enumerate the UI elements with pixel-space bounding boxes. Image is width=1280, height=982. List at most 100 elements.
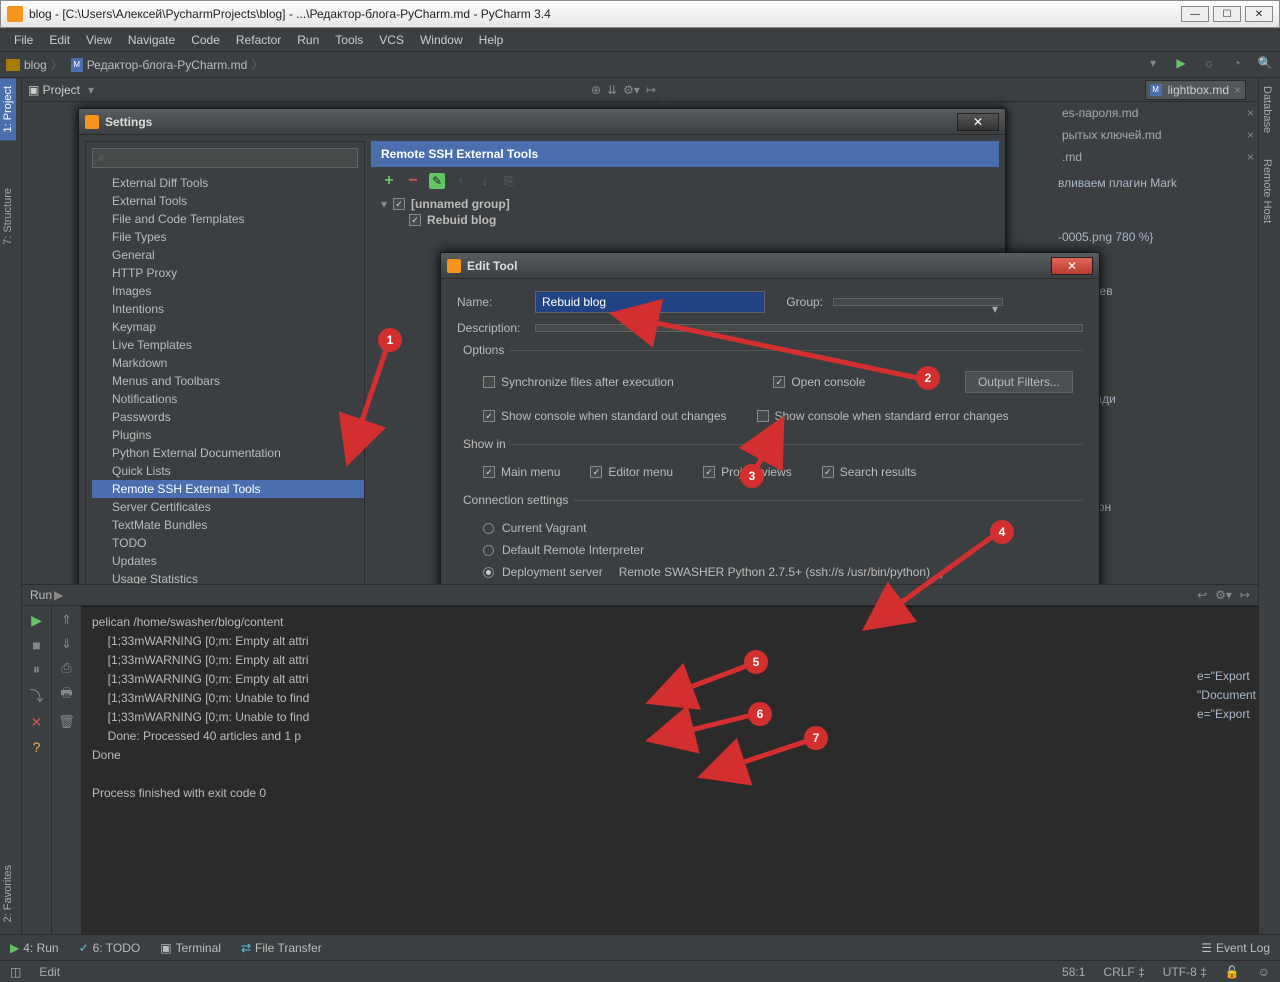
help-icon[interactable]: ? xyxy=(33,739,41,755)
settings-item[interactable]: External Tools xyxy=(92,192,364,210)
export-icon[interactable]: ⎙ xyxy=(61,660,71,676)
settings-item[interactable]: Plugins xyxy=(92,426,364,444)
todo-tab[interactable]: ✓6: TODO xyxy=(79,941,141,955)
print-icon[interactable]: 🖶 xyxy=(60,684,72,706)
settings-item[interactable]: Live Templates xyxy=(92,336,364,354)
expand-icon[interactable]: ▾ xyxy=(381,197,387,211)
menu-help[interactable]: Help xyxy=(473,31,510,49)
remote-interp-radio[interactable] xyxy=(483,545,494,556)
hide-tool-icon[interactable]: ↦ xyxy=(1240,588,1250,602)
settings-item[interactable]: Images xyxy=(92,282,364,300)
tool-windows-icon[interactable]: ◫ xyxy=(10,965,21,979)
menu-view[interactable]: View xyxy=(80,31,118,49)
remove-tool-button[interactable]: − xyxy=(405,173,421,189)
settings-item[interactable]: Intentions xyxy=(92,300,364,318)
settings-search-input[interactable] xyxy=(92,148,358,168)
dump-button[interactable]: ⤵ xyxy=(30,686,44,706)
move-up-button[interactable]: ↑ xyxy=(453,173,469,189)
vagrant-radio[interactable] xyxy=(483,523,494,534)
tab-project[interactable]: 1: Project xyxy=(0,78,16,140)
bg-file-row[interactable]: .md× xyxy=(1058,146,1258,168)
status-lock-icon[interactable]: 🔓 xyxy=(1225,965,1240,979)
show-err-checkbox[interactable] xyxy=(757,410,769,422)
move-down-button[interactable]: ↓ xyxy=(477,173,493,189)
settings-item[interactable]: Keymap xyxy=(92,318,364,336)
menu-tools[interactable]: Tools xyxy=(329,31,369,49)
run-tab[interactable]: ▶4: Run xyxy=(10,941,59,955)
maximize-button[interactable]: ☐ xyxy=(1213,6,1241,22)
editor-menu-checkbox[interactable] xyxy=(590,466,602,478)
menu-refactor[interactable]: Refactor xyxy=(230,31,287,49)
coverage-button[interactable]: ◔ xyxy=(1228,56,1246,74)
settings-item[interactable]: HTTP Proxy xyxy=(92,264,364,282)
open-console-checkbox[interactable] xyxy=(773,376,785,388)
menu-vcs[interactable]: VCS xyxy=(373,31,410,49)
show-out-checkbox[interactable] xyxy=(483,410,495,422)
view-mode-dropdown[interactable]: ▾ xyxy=(88,83,94,97)
edit-tool-button[interactable]: ✎ xyxy=(429,173,445,189)
status-encoding[interactable]: UTF-8 ‡ xyxy=(1163,965,1207,979)
stop-button[interactable]: ■ xyxy=(32,637,40,653)
sync-checkbox[interactable] xyxy=(483,376,495,388)
debug-button[interactable]: ☼ xyxy=(1200,56,1218,74)
project-views-checkbox[interactable] xyxy=(703,466,715,478)
settings-item[interactable]: File Types xyxy=(92,228,364,246)
terminal-tab[interactable]: ▣Terminal xyxy=(160,941,221,955)
settings-item[interactable]: Markdown xyxy=(92,354,364,372)
down-stack-icon[interactable]: ⇓ xyxy=(61,636,72,652)
hide-tool-icon[interactable]: ↦ xyxy=(646,83,656,97)
settings-gear-icon[interactable]: ⚙▾ xyxy=(623,83,640,97)
main-menu-checkbox[interactable] xyxy=(483,466,495,478)
edit-tool-titlebar[interactable]: Edit Tool ✕ xyxy=(441,253,1099,279)
eventlog-tab[interactable]: ☰Event Log xyxy=(1201,941,1270,955)
group-combo[interactable] xyxy=(833,298,1003,306)
breadcrumb-file[interactable]: Редактор-блога-PyCharm.md xyxy=(87,58,248,72)
tool-group[interactable]: ▾ [unnamed group] xyxy=(381,195,989,213)
settings-close-button[interactable]: ✕ xyxy=(957,113,999,131)
edit-tool-close-button[interactable]: ✕ xyxy=(1051,257,1093,275)
settings-item[interactable]: Passwords xyxy=(92,408,364,426)
pause-button[interactable]: ⏸ xyxy=(33,661,40,678)
soft-wrap-icon[interactable]: ↩ xyxy=(1197,588,1207,602)
status-inspections-icon[interactable]: ☺ xyxy=(1258,965,1270,979)
tool-item[interactable]: Rebuid blog xyxy=(381,213,989,227)
menu-file[interactable]: File xyxy=(8,31,39,49)
delete-icon[interactable]: 🗑 xyxy=(58,714,75,730)
menu-edit[interactable]: Edit xyxy=(43,31,76,49)
search-results-checkbox[interactable] xyxy=(822,466,834,478)
copy-tool-button[interactable]: ⎘ xyxy=(501,173,517,189)
name-input[interactable]: Rebuid blog xyxy=(535,291,765,313)
settings-item[interactable]: General xyxy=(92,246,364,264)
menu-navigate[interactable]: Navigate xyxy=(122,31,181,49)
settings-item[interactable]: External Diff Tools xyxy=(92,174,364,192)
scroll-from-source-icon[interactable]: ⊕ xyxy=(591,83,601,97)
tab-structure[interactable]: 7: Structure xyxy=(0,180,16,253)
add-tool-button[interactable]: + xyxy=(381,173,397,189)
description-input[interactable] xyxy=(535,324,1083,332)
settings-item[interactable]: Menus and Toolbars xyxy=(92,372,364,390)
run-console[interactable]: pelican /home/swasher/blog/content [1;33… xyxy=(82,606,1258,934)
settings-item[interactable]: Python External Documentation xyxy=(92,444,364,462)
project-tool-label[interactable]: ▣ Project xyxy=(28,83,80,97)
tab-remote-host[interactable]: Remote Host xyxy=(1259,151,1275,231)
minimize-button[interactable]: — xyxy=(1181,6,1209,22)
run-button[interactable]: ▶ xyxy=(1172,56,1190,74)
bg-file-row[interactable]: рытых ключей.md× xyxy=(1058,124,1258,146)
settings-item[interactable]: Notifications xyxy=(92,390,364,408)
tab-favorites[interactable]: 2: Favorites xyxy=(0,857,16,930)
up-stack-icon[interactable]: ⇑ xyxy=(61,612,72,628)
tab-database[interactable]: Database xyxy=(1259,78,1275,141)
menu-code[interactable]: Code xyxy=(185,31,226,49)
gear-icon[interactable]: ⚙▾ xyxy=(1215,588,1232,602)
deploy-server-combo[interactable]: Remote SWASHER Python 2.7.5+ (ssh://s /u… xyxy=(619,565,948,579)
rerun-button[interactable]: ▶ xyxy=(31,612,42,629)
settings-titlebar[interactable]: Settings ✕ xyxy=(79,109,1005,135)
menu-run[interactable]: Run xyxy=(291,31,325,49)
status-line-sep[interactable]: CRLF ‡ xyxy=(1103,965,1144,979)
settings-item[interactable]: File and Code Templates xyxy=(92,210,364,228)
settings-item[interactable]: Quick Lists xyxy=(92,462,364,480)
settings-item[interactable]: TODO xyxy=(92,534,364,552)
bg-file-row[interactable]: es-пароля.md× xyxy=(1058,102,1258,124)
filetransfer-tab[interactable]: ⇄File Transfer xyxy=(241,941,322,955)
collapse-all-icon[interactable]: ⇊ xyxy=(607,83,617,97)
